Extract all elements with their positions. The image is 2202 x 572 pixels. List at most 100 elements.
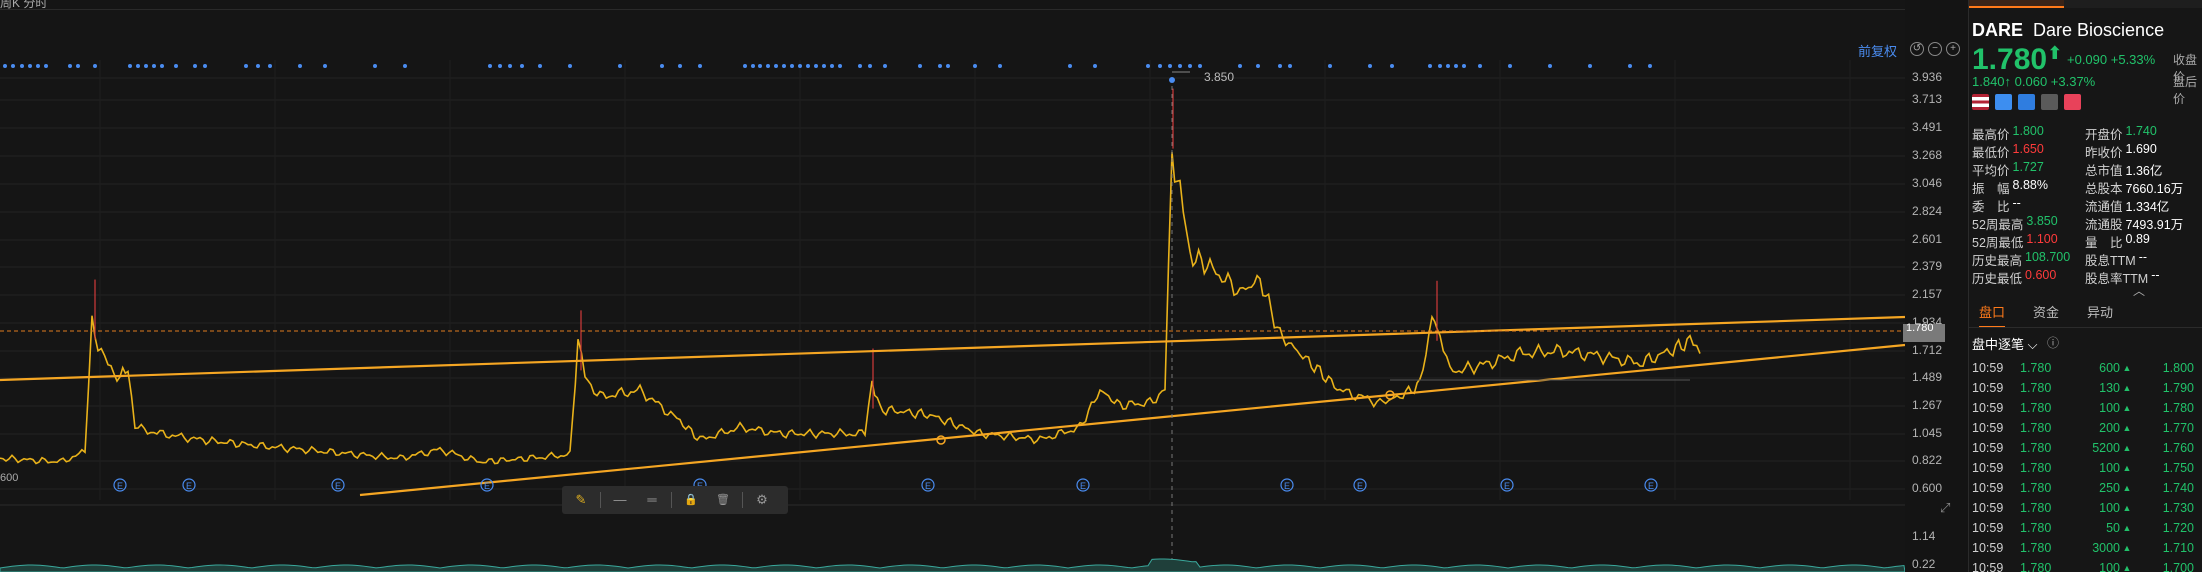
stat-cell: 委 比 -- [1972, 196, 2085, 214]
gear-icon[interactable]: ⚙ [749, 491, 775, 509]
tab-0[interactable]: 盘口 [1979, 302, 2006, 328]
event-dot [1438, 64, 1442, 68]
event-dot [790, 64, 794, 68]
stat-label: 流通股 [2085, 218, 2123, 232]
y-tick-label: 1.712 [1912, 343, 1943, 357]
stat-label: 最低价 [1972, 146, 2010, 160]
grid-icon[interactable] [2041, 94, 2058, 110]
link-icon[interactable] [2018, 94, 2035, 110]
tick-cell: 1.780 [2020, 381, 2052, 395]
tick-cell: 1.750 [2162, 461, 2194, 475]
tick-cell: 10:59 [1972, 561, 2004, 572]
stat-value: 7493.91万 [2125, 218, 2184, 232]
tick-cell: 600 [2099, 361, 2120, 375]
trend-anchor [936, 435, 946, 445]
y-tick-label: 3.268 [1912, 148, 1943, 162]
earnings-marker-label: E [1284, 481, 1290, 491]
active-panel-tab[interactable] [1969, 0, 2064, 8]
event-dot [766, 64, 770, 68]
sub-y-tick-label: 0.22 [1912, 557, 1936, 571]
event-dot [698, 64, 702, 68]
event-dot [1238, 64, 1242, 68]
tick-cell: 100 [2099, 461, 2120, 475]
heart-icon[interactable] [2064, 94, 2081, 110]
us-flag-icon[interactable] [1972, 94, 1989, 110]
tick-cell: 100 [2099, 561, 2120, 572]
up-arrow-icon: ⬆ [2047, 43, 2063, 63]
price-line [0, 152, 1701, 465]
event-dot [152, 64, 156, 68]
trend-line-lower [359, 343, 1905, 497]
event-dot [806, 64, 810, 68]
event-dot [822, 64, 826, 68]
y-tick-label: 3.936 [1912, 70, 1943, 84]
y-tick-label: 0.822 [1912, 453, 1943, 467]
tab-2[interactable]: 异动 [2087, 302, 2113, 328]
panel-top-tabs[interactable] [1969, 0, 2202, 8]
stat-value: -- [2138, 250, 2148, 264]
collapse-caret-icon[interactable]: ︿ [2133, 282, 2145, 299]
event-dot [838, 64, 842, 68]
price-chart[interactable]: EEEEEEEEEEE [0, 0, 1905, 572]
left-axis-label: 600 [0, 472, 19, 484]
info-icon[interactable]: ⓘ [2047, 334, 2059, 351]
event-dot [1548, 64, 1552, 68]
line-style-icon[interactable]: — [607, 491, 633, 509]
company-name: Dare Bioscience [2033, 20, 2165, 40]
pen-icon[interactable]: ✎ [568, 491, 594, 509]
expand-icon[interactable]: ⤢ [1940, 500, 1950, 516]
tick-cell: 10:59 [1972, 541, 2004, 555]
trend-line-upper [0, 315, 1905, 382]
y-tick-label: 3.491 [1912, 120, 1943, 134]
stat-value: 8.88% [2012, 178, 2048, 192]
tick-cell: 5200 [2092, 441, 2120, 455]
event-dot [323, 64, 327, 68]
earnings-marker-label: E [1080, 481, 1086, 491]
event-dot [830, 64, 834, 68]
line-width-icon[interactable]: ═ [639, 491, 665, 509]
earnings-marker-label: E [1648, 481, 1654, 491]
event-dot [946, 64, 950, 68]
up-triangle-icon: ▲ [2122, 483, 2132, 493]
detail-tabs: 盘口 资金 异动 [1979, 302, 2113, 328]
event-dot [1390, 64, 1394, 68]
up-triangle-icon: ▲ [2122, 443, 2132, 453]
last-price-value: 1.780 [1972, 43, 2048, 76]
stat-row: 最高价 1.800 开盘价 1.740 [1972, 124, 2198, 142]
tick-cell: 10:59 [1972, 481, 2004, 495]
tick-row: 10:59 1.780 100 ▲ 1.700 [1972, 558, 2202, 572]
stat-label: 开盘价 [2085, 128, 2123, 142]
chart-area[interactable]: 周K 分时 EEEEEEEEEEE 前复权 3.850 600 [0, 0, 1905, 572]
tick-list-title[interactable]: 盘中逐笔 ⌵ [1972, 334, 2037, 353]
stat-value: 0.600 [2025, 268, 2057, 282]
tick-row: 10:59 1.780 100 ▲ 1.730 [1972, 498, 2202, 518]
trash-icon[interactable]: 🗑 [710, 491, 736, 509]
y-tick-label: 1.045 [1912, 426, 1943, 440]
stat-label: 昨收价 [2085, 146, 2123, 160]
tick-cell: 1.780 [2020, 441, 2052, 455]
earnings-marker-label: E [1357, 481, 1363, 491]
stat-row: 振 幅 8.88% 总股本 7660.16万 [1972, 178, 2198, 196]
event-dot [1158, 64, 1162, 68]
options-icon[interactable] [1995, 94, 2012, 110]
event-dot [144, 64, 148, 68]
stat-row: 历史最高 108.700 股息TTM -- [1972, 250, 2198, 268]
event-dot [1198, 64, 1202, 68]
tick-cell: 1.760 [2162, 441, 2194, 455]
adjust-mode-button[interactable]: 前复权 [1858, 41, 1897, 60]
tab-divider [1969, 327, 2202, 328]
y-tick-label: 0.600 [1912, 481, 1943, 495]
event-dot [1178, 64, 1182, 68]
tab-1[interactable]: 资金 [2033, 302, 2059, 328]
stat-value: 1.727 [2012, 160, 2044, 174]
stat-value: 7660.16万 [2125, 182, 2184, 196]
event-dot [798, 64, 802, 68]
lock-icon[interactable]: 🔒 [678, 491, 704, 509]
event-dot [1256, 64, 1260, 68]
tick-cell: 1.780 [2020, 561, 2052, 572]
event-dot [93, 64, 97, 68]
stat-label: 量 比 [2085, 236, 2123, 250]
stat-value: 1.690 [2125, 142, 2157, 156]
tick-cell: 10:59 [1972, 461, 2004, 475]
toolbar-divider [671, 492, 672, 508]
